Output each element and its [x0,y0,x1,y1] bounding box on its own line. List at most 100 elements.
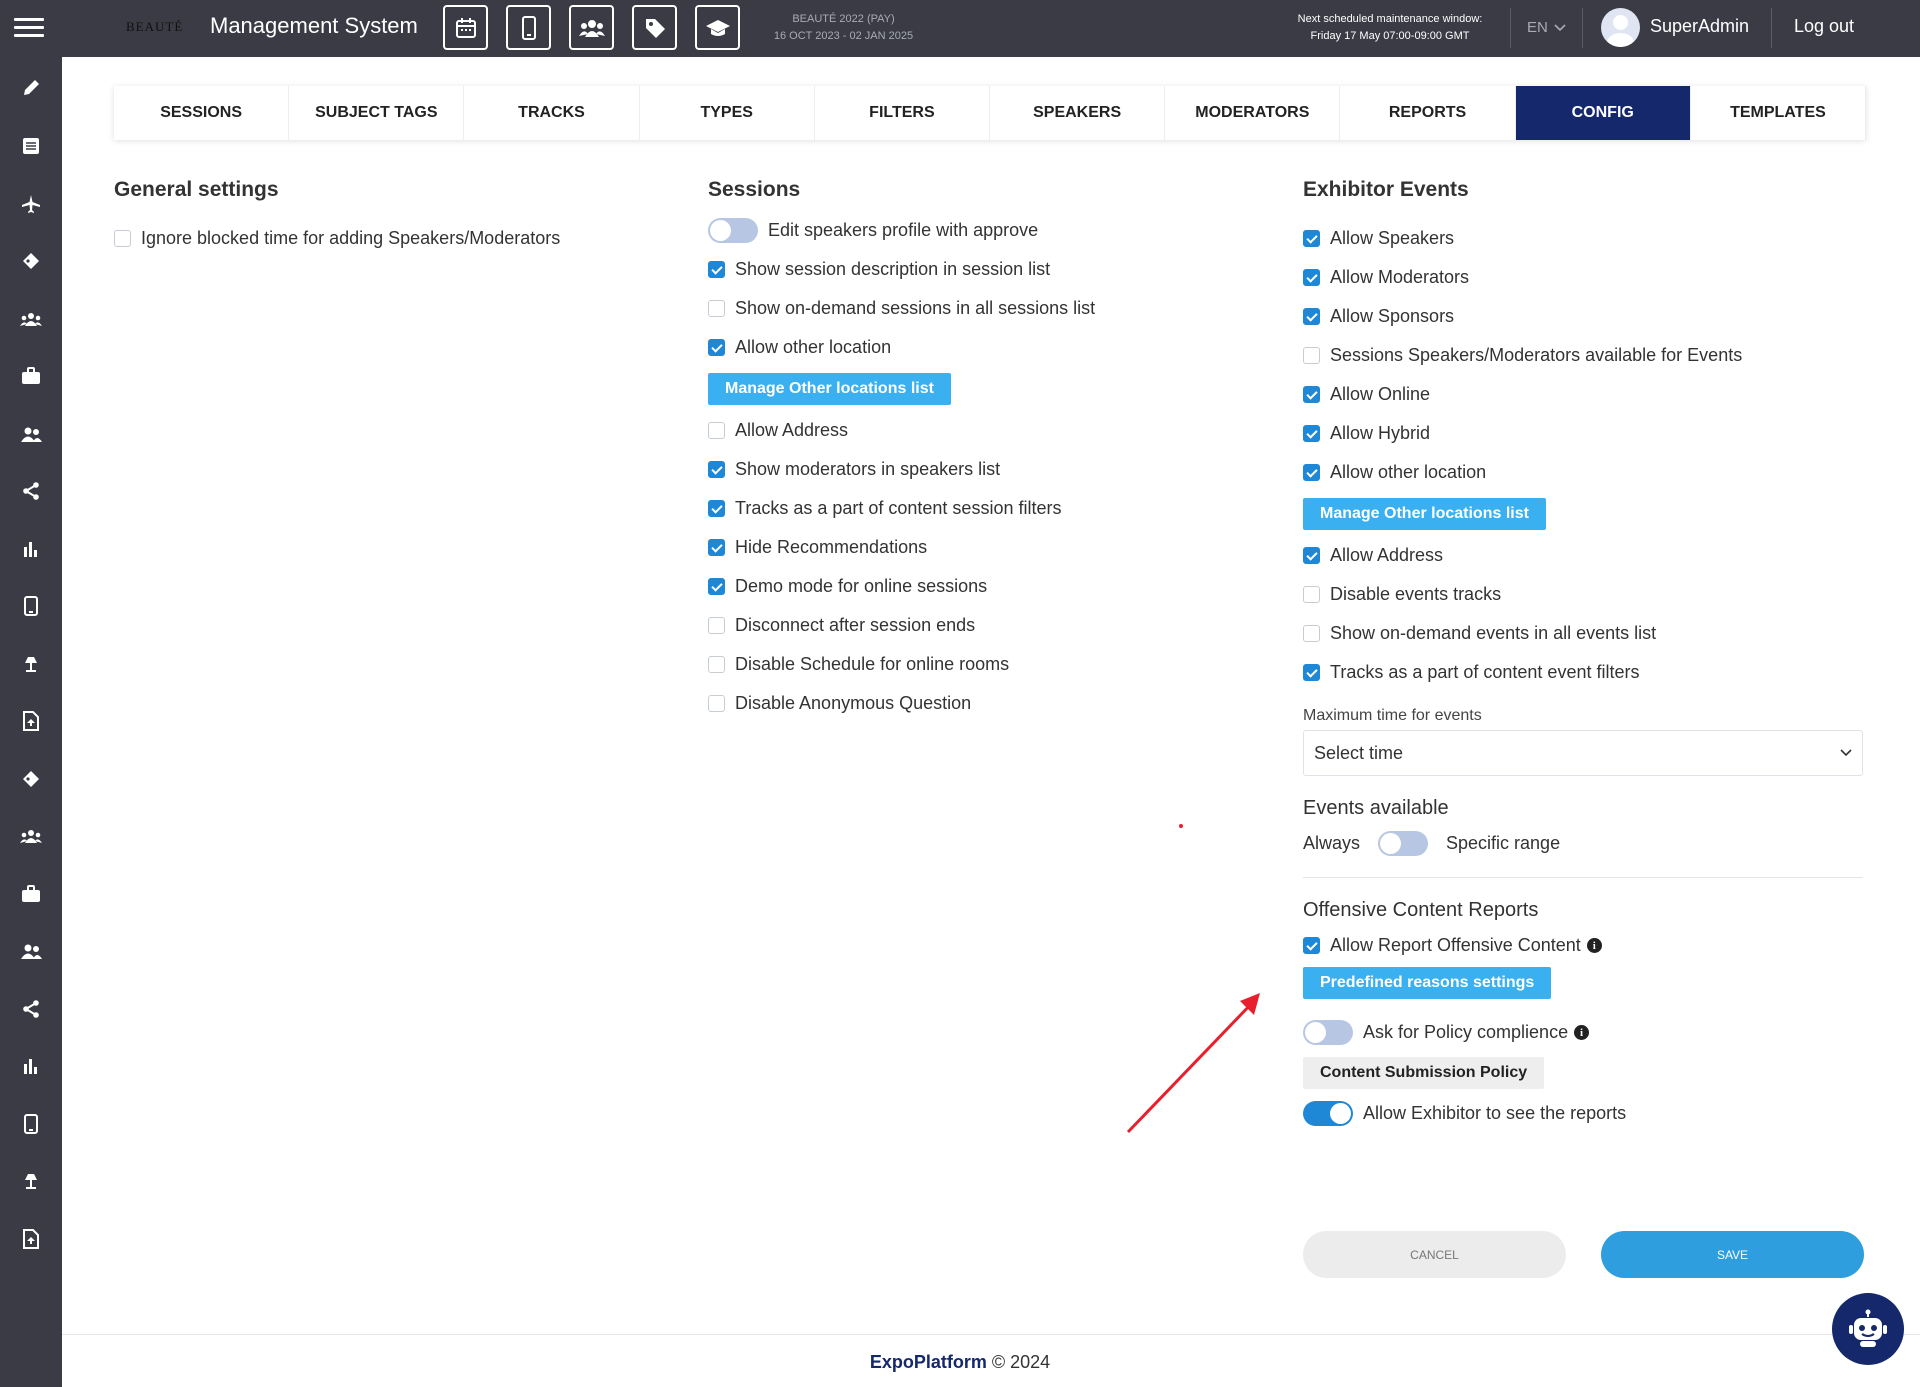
sidebar-list-icon[interactable] [0,126,62,166]
sidebar-bar-chart-icon[interactable] [0,529,62,569]
checkbox[interactable] [708,461,725,478]
mobile-icon[interactable] [506,5,551,50]
events-range-toggle[interactable] [1378,831,1429,856]
offensive-reports-title: Offensive Content Reports [1303,899,1539,921]
tab-moderators[interactable]: MODERATORS [1165,86,1341,140]
chevron-down-icon [1554,24,1566,32]
sidebar-group-icon[interactable] [0,299,62,339]
option-label: Demo mode for online sessions [735,576,988,596]
sidebar-share-icon[interactable] [0,471,62,511]
option-label: Show session description in session list [735,259,1051,279]
option-row-show-session-description-in-session-list: Show session description in session list [708,250,1268,289]
sidebar-lamp-icon[interactable] [0,644,62,684]
exhibitor-see-reports-toggle[interactable] [1303,1101,1353,1126]
checkbox[interactable] [708,500,725,517]
checkbox[interactable] [1303,347,1320,364]
footer-divider [62,1334,1920,1335]
checkbox[interactable] [1303,230,1320,247]
info-icon[interactable]: i [1574,1025,1590,1040]
hamburger-menu-icon[interactable] [14,18,44,40]
checkbox[interactable] [1303,625,1320,642]
event-name: BEAUTÉ 2022 (PAY) [792,13,895,25]
divider [1771,8,1772,48]
checkbox[interactable] [1303,386,1320,403]
language-label: EN [1527,19,1548,36]
checkbox[interactable] [708,339,725,356]
select-value: Select time [1314,742,1404,763]
section-title: Sessions [708,178,801,201]
tab-tracks[interactable]: TRACKS [464,86,640,140]
checkbox[interactable] [708,656,725,673]
checkbox[interactable] [708,261,725,278]
sidebar-group-icon[interactable] [0,816,62,856]
sidebar-plane-icon[interactable] [0,184,62,224]
sidebar-briefcase-icon[interactable] [0,356,62,396]
option-row-hide-recommendations: Hide Recommendations [708,528,1268,567]
checkbox[interactable] [708,578,725,595]
sidebar [0,57,62,1387]
sidebar-briefcase-icon[interactable] [0,874,62,914]
footer-brand[interactable]: ExpoPlatform [870,1352,987,1372]
sidebar-pencil-icon[interactable] [0,68,62,108]
option-row-allow-address: Allow Address [1303,536,1866,575]
manage-other-locations-button[interactable]: Manage Other locations list [1303,498,1546,530]
checkbox[interactable] [1303,269,1320,286]
policy-toggle[interactable] [1303,1020,1353,1045]
checkbox[interactable] [708,539,725,556]
checkbox[interactable] [1303,308,1320,325]
sidebar-users-icon[interactable] [0,414,62,454]
edit-speakers-profile-toggle[interactable] [708,218,758,243]
sidebar-file-upload-icon[interactable] [0,1219,62,1259]
checkbox[interactable] [708,617,725,634]
tab-reports[interactable]: REPORTS [1340,86,1516,140]
sidebar-mobile-icon[interactable] [0,586,62,626]
chevron-down-icon [1840,749,1852,757]
tab-sessions[interactable]: SESSIONS [114,86,290,140]
sidebar-bar-chart-icon[interactable] [0,1046,62,1086]
manage-other-locations-button[interactable]: Manage Other locations list [708,373,951,405]
graduation-cap-icon[interactable] [695,5,740,50]
sidebar-lamp-icon[interactable] [0,1161,62,1201]
avatar[interactable] [1601,8,1640,47]
sidebar-share-icon[interactable] [0,989,62,1029]
info-icon[interactable]: i [1586,938,1602,953]
policy-label: Ask for Policy complience [1363,1022,1569,1042]
allow-report-checkbox[interactable] [1303,937,1320,954]
sidebar-tag-icon[interactable] [0,759,62,799]
checkbox[interactable] [1303,464,1320,481]
option-label: Disconnect after session ends [735,615,976,635]
tab-speakers[interactable]: SPEAKERS [990,86,1166,140]
sidebar-mobile-icon[interactable] [0,1104,62,1144]
sidebar-tag-icon[interactable] [0,241,62,281]
save-button[interactable]: SAVE [1601,1231,1864,1278]
checkbox[interactable] [1303,547,1320,564]
tab-templates[interactable]: TEMPLATES [1691,86,1867,140]
tag-icon[interactable] [632,5,677,50]
calendar-icon[interactable] [443,5,488,50]
tab-types[interactable]: TYPES [640,86,815,140]
predefined-reasons-button[interactable]: Predefined reasons settings [1303,967,1552,999]
content-submission-policy-button[interactable]: Content Submission Policy [1303,1057,1545,1089]
checkbox[interactable] [708,422,725,439]
checkbox[interactable] [708,695,725,712]
max-time-select[interactable]: Select time [1303,730,1863,776]
allow-report-label: Allow Report Offensive Content [1330,935,1581,955]
tab-config[interactable]: CONFIG [1515,86,1691,140]
language-selector[interactable]: EN [1527,19,1566,36]
checkbox[interactable] [1303,425,1320,442]
tab-filters[interactable]: FILTERS [815,86,991,140]
username[interactable]: SuperAdmin [1650,16,1749,37]
sidebar-users-icon[interactable] [0,931,62,971]
chatbot-button[interactable] [1832,1293,1904,1365]
checkbox[interactable] [1303,586,1320,603]
checkbox[interactable] [114,230,131,247]
logout-link[interactable]: Log out [1794,16,1854,37]
checkbox[interactable] [1303,664,1320,681]
cancel-button[interactable]: CANCEL [1303,1231,1566,1278]
tab-subject-tags[interactable]: SUBJECT TAGS [289,86,465,140]
divider [1582,8,1583,48]
policy-row: Ask for Policy complience i [1303,1013,1866,1052]
group-icon[interactable] [569,5,614,50]
checkbox[interactable] [708,300,725,317]
sidebar-file-upload-icon[interactable] [0,701,62,741]
